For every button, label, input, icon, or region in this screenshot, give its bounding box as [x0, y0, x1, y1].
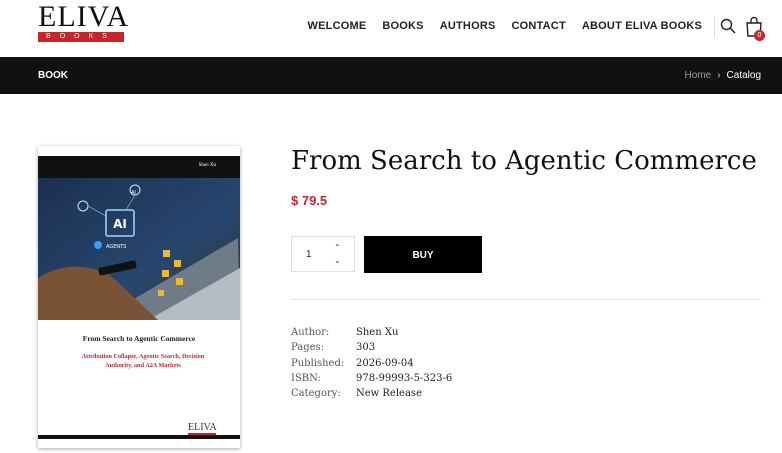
detail-row-published: Published: 2026-09-04	[291, 356, 452, 371]
cover-illustration: AI AGENTS AI	[38, 178, 240, 320]
detail-label: Category:	[291, 388, 341, 400]
book-cover[interactable]: Shen Xu AI AGENTS AI From Search to Agen…	[38, 146, 240, 448]
main-nav: WELCOME BOOKS AUTHORS CONTACT ABOUT ELIV…	[308, 20, 702, 32]
nav-books[interactable]: BOOKS	[382, 20, 423, 32]
cover-subtitle: Attribution Collapse, Agentic Search, De…	[81, 353, 205, 369]
chevron-right-icon: ›	[717, 70, 721, 81]
logo-subtitle: BOOKS	[38, 32, 124, 42]
chevron-up-icon[interactable]: ⌃	[334, 243, 341, 252]
quantity-stepper[interactable]: 1 ⌃ ⌄	[291, 236, 355, 272]
detail-value: 978-99993-5-323-6	[356, 372, 453, 384]
detail-value: 303	[356, 342, 376, 354]
detail-row-isbn: ISBN: 978-99993-5-323-6	[291, 371, 452, 386]
nav-welcome[interactable]: WELCOME	[308, 20, 367, 32]
nav-contact[interactable]: CONTACT	[512, 20, 566, 32]
detail-value: 2026-09-04	[356, 357, 414, 369]
detail-row-pages: Pages: 303	[291, 340, 452, 355]
detail-value[interactable]: New Release	[356, 386, 422, 401]
detail-label: Pages:	[291, 342, 325, 354]
cover-publisher-logo: ELIVA	[188, 422, 217, 433]
detail-value[interactable]: Shen Xu	[356, 325, 398, 340]
nav-authors[interactable]: AUTHORS	[440, 20, 496, 32]
detail-row-author: Author: Shen Xu	[291, 325, 452, 340]
product-title: From Search to Agentic Commerce	[291, 146, 757, 176]
breadcrumb-catalog: Catalog	[726, 70, 761, 81]
detail-label: ISBN:	[291, 372, 321, 384]
detail-label: Published:	[291, 357, 345, 369]
chevron-down-icon[interactable]: ⌄	[334, 256, 341, 265]
quantity-value[interactable]: 1	[306, 249, 312, 260]
search-icon[interactable]	[720, 18, 736, 34]
cover-author: Shen Xu	[198, 163, 216, 168]
cover-agents-label: AGENTS	[106, 244, 126, 250]
site-logo[interactable]: ELIVA BOOKS	[38, 0, 128, 42]
site-header: ELIVA BOOKS WELCOME BOOKS AUTHORS CONTAC…	[0, 0, 782, 56]
breadcrumb-home[interactable]: Home	[685, 70, 712, 81]
breadcrumb: Home › Catalog	[685, 70, 762, 81]
nav-about[interactable]: ABOUT ELIVA BOOKS	[582, 20, 702, 32]
buy-button[interactable]: BUY	[364, 236, 482, 273]
cover-ai-small: AI	[131, 190, 136, 196]
cart-count-badge: 0	[754, 30, 765, 41]
detail-row-category: Category: New Release	[291, 386, 452, 401]
page-title: BOOK	[38, 70, 68, 81]
logo-text: ELIVA	[38, 0, 130, 33]
cover-bottom-band	[38, 435, 240, 439]
product-price: $ 79.5	[291, 193, 328, 208]
divider	[291, 299, 761, 300]
detail-label: Author:	[291, 327, 330, 338]
cover-title: From Search to Agentic Commerce	[82, 334, 196, 343]
nav-divider	[714, 16, 715, 38]
product-details: Author: Shen Xu Pages: 303 Published: 20…	[291, 325, 452, 401]
page-title-bar: BOOK Home › Catalog	[0, 57, 782, 94]
cover-ai-chip: AI	[113, 217, 127, 231]
